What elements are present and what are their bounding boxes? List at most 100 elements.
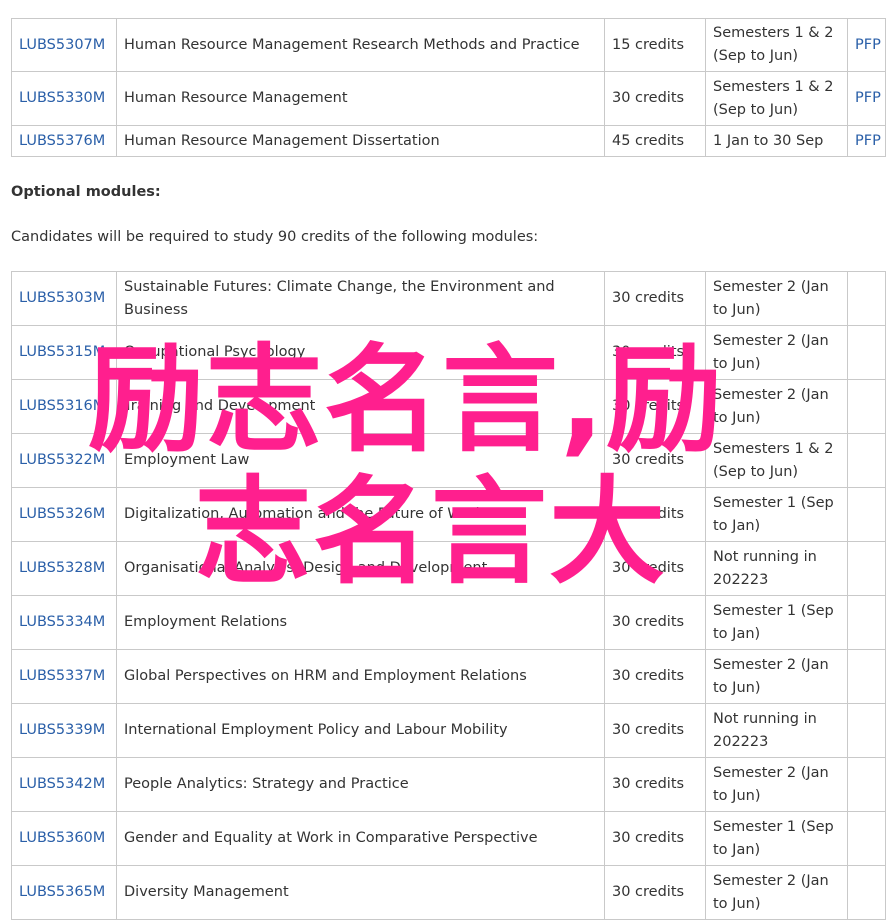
- module-type-cell: [847, 811, 886, 866]
- module-period: Semesters 1 & 2 (Sep to Jun): [705, 18, 848, 72]
- module-period: Semester 2 (Jan to Jun): [705, 379, 848, 434]
- module-title: Occupational Psychology: [116, 325, 605, 380]
- module-period: Semester 1 (Sep to Jan): [705, 811, 848, 866]
- module-title: Gender and Equality at Work in Comparati…: [116, 811, 605, 866]
- module-code-link[interactable]: LUBS5376M: [19, 133, 105, 149]
- module-code-link[interactable]: LUBS5334M: [19, 614, 105, 630]
- module-code-link[interactable]: LUBS5360M: [19, 830, 105, 846]
- module-title: International Employment Policy and Labo…: [116, 703, 605, 758]
- module-code-link[interactable]: LUBS5339M: [19, 722, 105, 738]
- module-type-cell: [847, 703, 886, 758]
- module-code-cell: LUBS5307M: [11, 18, 117, 72]
- module-code-link[interactable]: LUBS5337M: [19, 668, 105, 684]
- module-code-link[interactable]: LUBS5342M: [19, 776, 105, 792]
- pfp-link[interactable]: PFP: [855, 90, 881, 106]
- module-code-cell: LUBS5376M: [11, 125, 117, 157]
- module-credits: 30 credits: [604, 757, 706, 812]
- module-type-cell: PFP: [847, 125, 886, 157]
- module-title: Digitalization, Automation and the Futur…: [116, 487, 605, 542]
- module-type-cell: [847, 379, 886, 434]
- table-row: LUBS5315M Occupational Psychology 30 credi…: [11, 325, 886, 380]
- optional-modules-table: LUBS5303M Sustainable Futures: Climate Ch…: [11, 271, 886, 920]
- module-code-cell: LUBS5326M: [11, 487, 117, 542]
- module-period: Semester 2 (Jan to Jun): [705, 271, 848, 326]
- module-code-cell: LUBS5330M: [11, 71, 117, 126]
- module-type-cell: [847, 649, 886, 704]
- module-type-cell: [847, 433, 886, 488]
- module-credits: 30 credits: [604, 541, 706, 596]
- module-period: Semester 2 (Jan to Jun): [705, 325, 848, 380]
- table-row: LUBS5316M Training and Development 30 cred…: [11, 379, 886, 434]
- module-credits: 30 credits: [604, 271, 706, 326]
- module-type-cell: [847, 325, 886, 380]
- module-code-cell: LUBS5342M: [11, 757, 117, 812]
- module-title: Human Resource Management Research Metho…: [116, 18, 605, 72]
- optional-modules-intro: Candidates will be required to study 90 …: [11, 229, 539, 245]
- module-period: Not running in 202223: [705, 703, 848, 758]
- module-credits: 30 credits: [604, 379, 706, 434]
- module-period: Semesters 1 & 2 (Sep to Jun): [705, 71, 848, 126]
- module-code-link[interactable]: LUBS5365M: [19, 884, 105, 900]
- module-credits: 30 credits: [604, 487, 706, 542]
- module-code-cell: LUBS5360M: [11, 811, 117, 866]
- pfp-link[interactable]: PFP: [855, 133, 881, 149]
- module-title: People Analytics: Strategy and Practice: [116, 757, 605, 812]
- module-period: Semester 1 (Sep to Jan): [705, 487, 848, 542]
- module-credits: 30 credits: [604, 325, 706, 380]
- module-period: Semester 2 (Jan to Jun): [705, 649, 848, 704]
- module-title: Employment Law: [116, 433, 605, 488]
- module-period: 1 Jan to 30 Sep: [705, 125, 848, 157]
- module-title: Human Resource Management Dissertation: [116, 125, 605, 157]
- module-code-link[interactable]: LUBS5326M: [19, 506, 105, 522]
- module-code-link[interactable]: LUBS5303M: [19, 290, 105, 306]
- table-row: LUBS5376M Human Resource Management Diss…: [11, 125, 886, 157]
- module-credits: 30 credits: [604, 811, 706, 866]
- module-code-cell: LUBS5316M: [11, 379, 117, 434]
- module-type-cell: [847, 541, 886, 596]
- module-title: Training and Development: [116, 379, 605, 434]
- module-credits: 30 credits: [604, 865, 706, 920]
- module-credits: 30 credits: [604, 649, 706, 704]
- table-row: LUBS5339M International Employment Policy…: [11, 703, 886, 758]
- module-code-cell: LUBS5322M: [11, 433, 117, 488]
- table-row: LUBS5328M Organisational Analysis, Design…: [11, 541, 886, 596]
- table-row: LUBS5330M Human Resource Management 30 c…: [11, 71, 886, 126]
- module-code-link[interactable]: LUBS5330M: [19, 90, 105, 106]
- table-row: LUBS5337M Global Perspectives on HRM and …: [11, 649, 886, 704]
- module-code-link[interactable]: LUBS5315M: [19, 344, 105, 360]
- module-title: Organisational Analysis, Design and Deve…: [116, 541, 605, 596]
- module-credits: 30 credits: [604, 433, 706, 488]
- module-code-link[interactable]: LUBS5307M: [19, 37, 105, 53]
- table-row: LUBS5365M Diversity Management 30 credits S…: [11, 865, 886, 920]
- table-row: LUBS5342M People Analytics: Strategy and …: [11, 757, 886, 812]
- table-row: LUBS5303M Sustainable Futures: Climate Ch…: [11, 271, 886, 326]
- module-type-cell: [847, 757, 886, 812]
- pfp-link[interactable]: PFP: [855, 37, 881, 53]
- module-title: Employment Relations: [116, 595, 605, 650]
- core-modules-table: LUBS5307M Human Resource Management Rese…: [11, 18, 886, 157]
- optional-modules-heading: Optional modules:: [11, 184, 161, 200]
- module-code-link[interactable]: LUBS5316M: [19, 398, 105, 414]
- module-code-cell: LUBS5365M: [11, 865, 117, 920]
- table-row: LUBS5334M Employment Relations 30 credits S…: [11, 595, 886, 650]
- module-title: Sustainable Futures: Climate Change, the…: [116, 271, 605, 326]
- module-title: Diversity Management: [116, 865, 605, 920]
- module-type-cell: [847, 865, 886, 920]
- module-type-cell: [847, 271, 886, 326]
- module-code-cell: LUBS5334M: [11, 595, 117, 650]
- module-period: Semester 1 (Sep to Jan): [705, 595, 848, 650]
- table-row: LUBS5307M Human Resource Management Rese…: [11, 18, 886, 72]
- module-code-link[interactable]: LUBS5328M: [19, 560, 105, 576]
- module-title: Global Perspectives on HRM and Employmen…: [116, 649, 605, 704]
- module-credits: 45 credits: [604, 125, 706, 157]
- table-row: LUBS5360M Gender and Equality at Work in …: [11, 811, 886, 866]
- module-code-cell: LUBS5339M: [11, 703, 117, 758]
- module-credits: 30 credits: [604, 71, 706, 126]
- module-period: Semesters 1 & 2 (Sep to Jun): [705, 433, 848, 488]
- module-type-cell: PFP: [847, 18, 886, 72]
- module-title: Human Resource Management: [116, 71, 605, 126]
- module-code-link[interactable]: LUBS5322M: [19, 452, 105, 468]
- module-period: Semester 2 (Jan to Jun): [705, 757, 848, 812]
- module-credits: 15 credits: [604, 18, 706, 72]
- table-row: LUBS5322M Employment Law 30 credits Semeste…: [11, 433, 886, 488]
